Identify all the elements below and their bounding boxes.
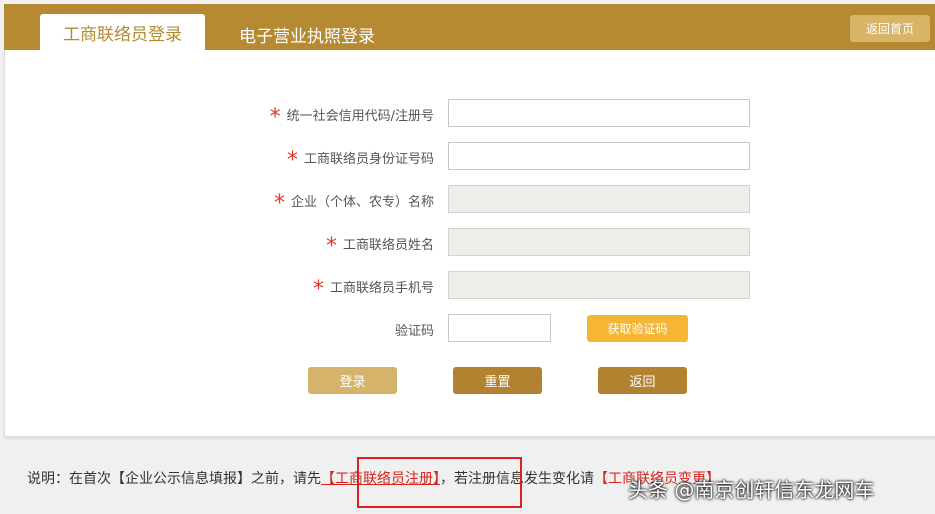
highlight-box xyxy=(357,457,522,508)
captcha-label: 验证码 xyxy=(395,314,434,344)
company-name-label: * 企业（个体、农专）名称 xyxy=(274,185,434,215)
form-row-captcha: 验证码 获取验证码 xyxy=(0,314,935,344)
id-number-label: * 工商联络员身份证号码 xyxy=(287,142,434,172)
note-prefix: 说明：在首次【企业公示信息填报】之前，请先 xyxy=(27,471,321,487)
company-name-label-text: 企业（个体、农专）名称 xyxy=(290,194,434,210)
reset-button[interactable]: 重置 xyxy=(453,367,542,394)
required-mark: * xyxy=(325,234,337,259)
form-row-phone: * 工商联络员手机号 xyxy=(0,271,935,301)
tab-liaison-login[interactable]: 工商联络员登录 xyxy=(40,14,205,50)
required-mark: * xyxy=(273,191,285,216)
tab-e-license-login[interactable]: 电子营业执照登录 xyxy=(222,18,392,50)
liaison-name-input xyxy=(448,228,750,256)
phone-label: * 工商联络员手机号 xyxy=(313,271,434,301)
login-button[interactable]: 登录 xyxy=(308,367,397,394)
liaison-name-label: * 工商联络员姓名 xyxy=(326,228,434,258)
credit-code-label: * 统一社会信用代码/注册号 xyxy=(270,99,434,129)
required-mark: * xyxy=(269,105,281,130)
phone-input xyxy=(448,271,750,299)
back-button[interactable]: 返回 xyxy=(598,367,687,394)
form-row-company-name: * 企业（个体、农专）名称 xyxy=(0,185,935,215)
get-code-button[interactable]: 获取验证码 xyxy=(587,315,688,342)
phone-label-text: 工商联络员手机号 xyxy=(329,280,434,296)
watermark-text: 头条 @南京创轩信东龙网车 xyxy=(628,478,875,502)
liaison-name-label-text: 工商联络员姓名 xyxy=(342,237,434,253)
form-row-id-number: * 工商联络员身份证号码 xyxy=(0,142,935,172)
captcha-input[interactable] xyxy=(448,314,551,342)
id-number-input[interactable] xyxy=(448,142,750,170)
company-name-input xyxy=(448,185,750,213)
required-mark: * xyxy=(286,148,298,173)
form-row-liaison-name: * 工商联络员姓名 xyxy=(0,228,935,258)
captcha-label-text: 验证码 xyxy=(394,323,434,339)
credit-code-label-text: 统一社会信用代码/注册号 xyxy=(286,108,434,124)
required-mark: * xyxy=(312,277,324,302)
form-row-credit-code: * 统一社会信用代码/注册号 xyxy=(0,99,935,129)
credit-code-input[interactable] xyxy=(448,99,750,127)
id-number-label-text: 工商联络员身份证号码 xyxy=(303,151,434,167)
back-home-button[interactable]: 返回首页 xyxy=(850,15,930,42)
